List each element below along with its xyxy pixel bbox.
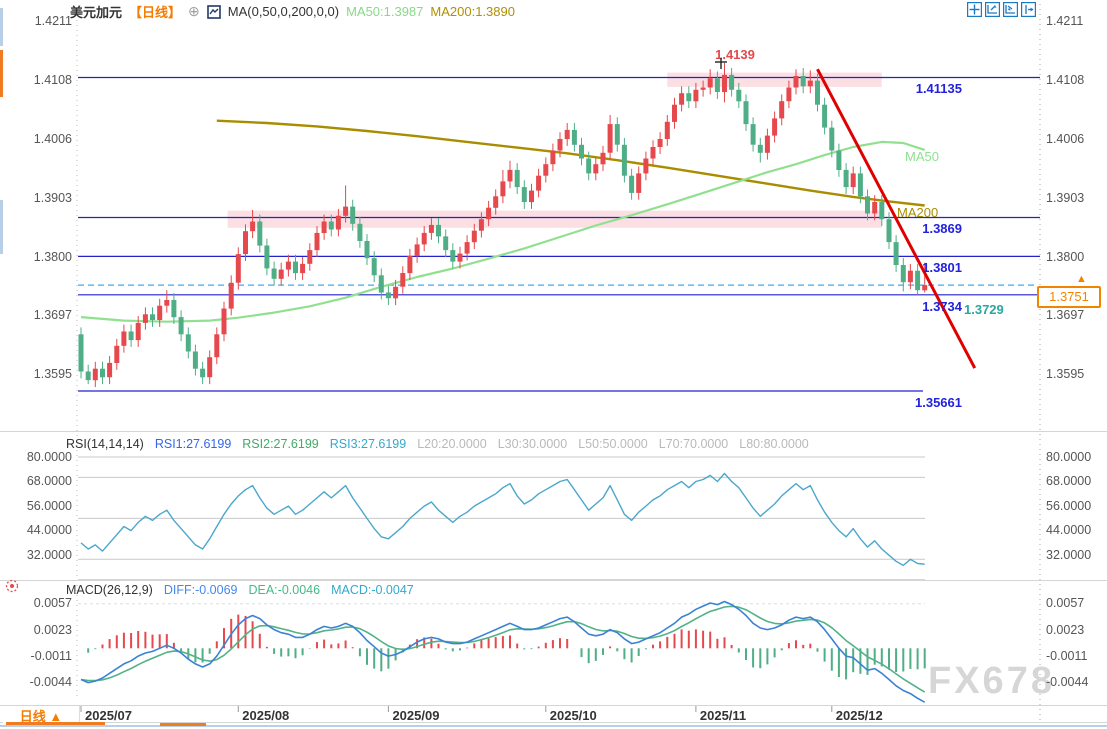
rsi-axis-label-right: 80.0000 (1046, 450, 1091, 464)
macd-value: MACD:-0.0047 (331, 583, 414, 597)
price-axis-label-left: 1.3595 (0, 367, 72, 381)
rsi-l20: L20:20.0000 (417, 437, 487, 451)
price-axis-label-right: 1.3800 (1046, 250, 1084, 264)
current-price-tag: 1.3751 (1037, 286, 1101, 308)
panel-divider[interactable] (0, 431, 1107, 432)
ma50-line-label: MA50 (905, 149, 939, 164)
horizontal-scrollbar-thumb[interactable] (160, 723, 206, 726)
panel-divider[interactable] (0, 580, 1107, 581)
rsi-axis-label-left: 44.0000 (0, 523, 72, 537)
macd-dea-value: DEA:-0.0046 (248, 583, 320, 597)
level-value-label: 1.3801 (878, 260, 962, 275)
macd-diff-value: DIFF:-0.0069 (164, 583, 238, 597)
rsi3-value: RSI3:27.6199 (330, 437, 406, 451)
macd-header: MACD(26,12,9) DIFF:-0.0069 DEA:-0.0046 M… (66, 583, 414, 597)
macd-axis-label-left: 0.0023 (0, 623, 72, 637)
x-axis-month-label: 2025/11 (700, 708, 746, 723)
rsi-axis-label-right: 68.0000 (1046, 474, 1091, 488)
price-axis-label-left: 1.4211 (0, 14, 72, 28)
price-axis-label-left: 1.3903 (0, 191, 72, 205)
rsi1-value: RSI1:27.6199 (155, 437, 231, 451)
level-value-label: 1.3869 (878, 221, 962, 236)
price-axis-label-right: 1.4108 (1046, 73, 1084, 87)
watermark: FX678 (928, 660, 1055, 703)
x-axis-month-label: 2025/09 (392, 708, 439, 723)
peak-price-annotation: 1.4139 (699, 47, 771, 62)
rsi-l30: L30:30.0000 (498, 437, 568, 451)
x-axis-month-label: 2025/12 (836, 708, 883, 723)
macd-axis-label-right: -0.0011 (1046, 649, 1087, 663)
price-axis-label-left: 1.4108 (0, 73, 72, 87)
price-axis-label-right: 1.4211 (1046, 14, 1083, 28)
rsi-l70: L70:70.0000 (659, 437, 729, 451)
panel-divider (0, 705, 1107, 706)
rsi-formula[interactable]: RSI(14,14,14) (66, 437, 144, 451)
macd-axis-label-right: 0.0057 (1046, 596, 1084, 610)
rsi-axis-label-left: 80.0000 (0, 450, 72, 464)
price-axis-label-left: 1.3800 (0, 250, 72, 264)
indicator-settings-icon[interactable] (4, 578, 20, 594)
chart-canvas[interactable] (0, 0, 1107, 729)
rsi-l80: L80:80.0000 (739, 437, 809, 451)
price-axis-label-left: 1.3697 (0, 308, 72, 322)
x-axis-month-label: 2025/10 (550, 708, 597, 723)
x-axis-month-label: 2025/07 (85, 708, 132, 723)
level-value-label: 1.35661 (878, 395, 962, 410)
peak-marker-icon (714, 58, 728, 70)
rsi-header: RSI(14,14,14) RSI1:27.6199 RSI2:27.6199 … (66, 437, 809, 451)
rsi-axis-label-right: 32.0000 (1046, 548, 1091, 562)
rsi-axis-label-right: 56.0000 (1046, 499, 1091, 513)
price-axis-label-right: 1.3697 (1046, 308, 1084, 322)
price-axis-label-left: 1.4006 (0, 132, 72, 146)
level-value-label: 1.41135 (878, 81, 962, 96)
rsi-axis-label-left: 56.0000 (0, 499, 72, 513)
rsi-l50: L50:50.0000 (578, 437, 648, 451)
price-axis-label-right: 1.3595 (1046, 367, 1084, 381)
macd-formula[interactable]: MACD(26,12,9) (66, 583, 153, 597)
rsi2-value: RSI2:27.6199 (242, 437, 318, 451)
price-arrow-icon: ▲ (1076, 273, 1087, 285)
rsi-axis-label-right: 44.0000 (1046, 523, 1091, 537)
price-axis-label-right: 1.4006 (1046, 132, 1084, 146)
level-value-label: 1.3734 (878, 299, 962, 314)
macd-axis-label-right: 0.0023 (1046, 623, 1084, 637)
chart-application-window: 美元加元 【日线】 ⊕ MA(0,50,0,200,0,0) MA50:1.39… (0, 0, 1107, 729)
rsi-axis-label-left: 68.0000 (0, 474, 72, 488)
teal-level-label: 1.3729 (964, 302, 1004, 317)
macd-axis-label-left: -0.0044 (0, 675, 72, 689)
macd-axis-label-right: -0.0044 (1046, 675, 1088, 689)
ma200-line-label: MA200 (897, 205, 938, 220)
tab-period-daily[interactable]: 日线 ▲ (3, 706, 80, 723)
price-axis-label-right: 1.3903 (1046, 191, 1084, 205)
rsi-axis-label-left: 32.0000 (0, 548, 72, 562)
x-axis-month-label: 2025/08 (242, 708, 289, 723)
macd-axis-label-left: 0.0057 (0, 596, 72, 610)
macd-axis-label-left: -0.0011 (0, 649, 72, 663)
